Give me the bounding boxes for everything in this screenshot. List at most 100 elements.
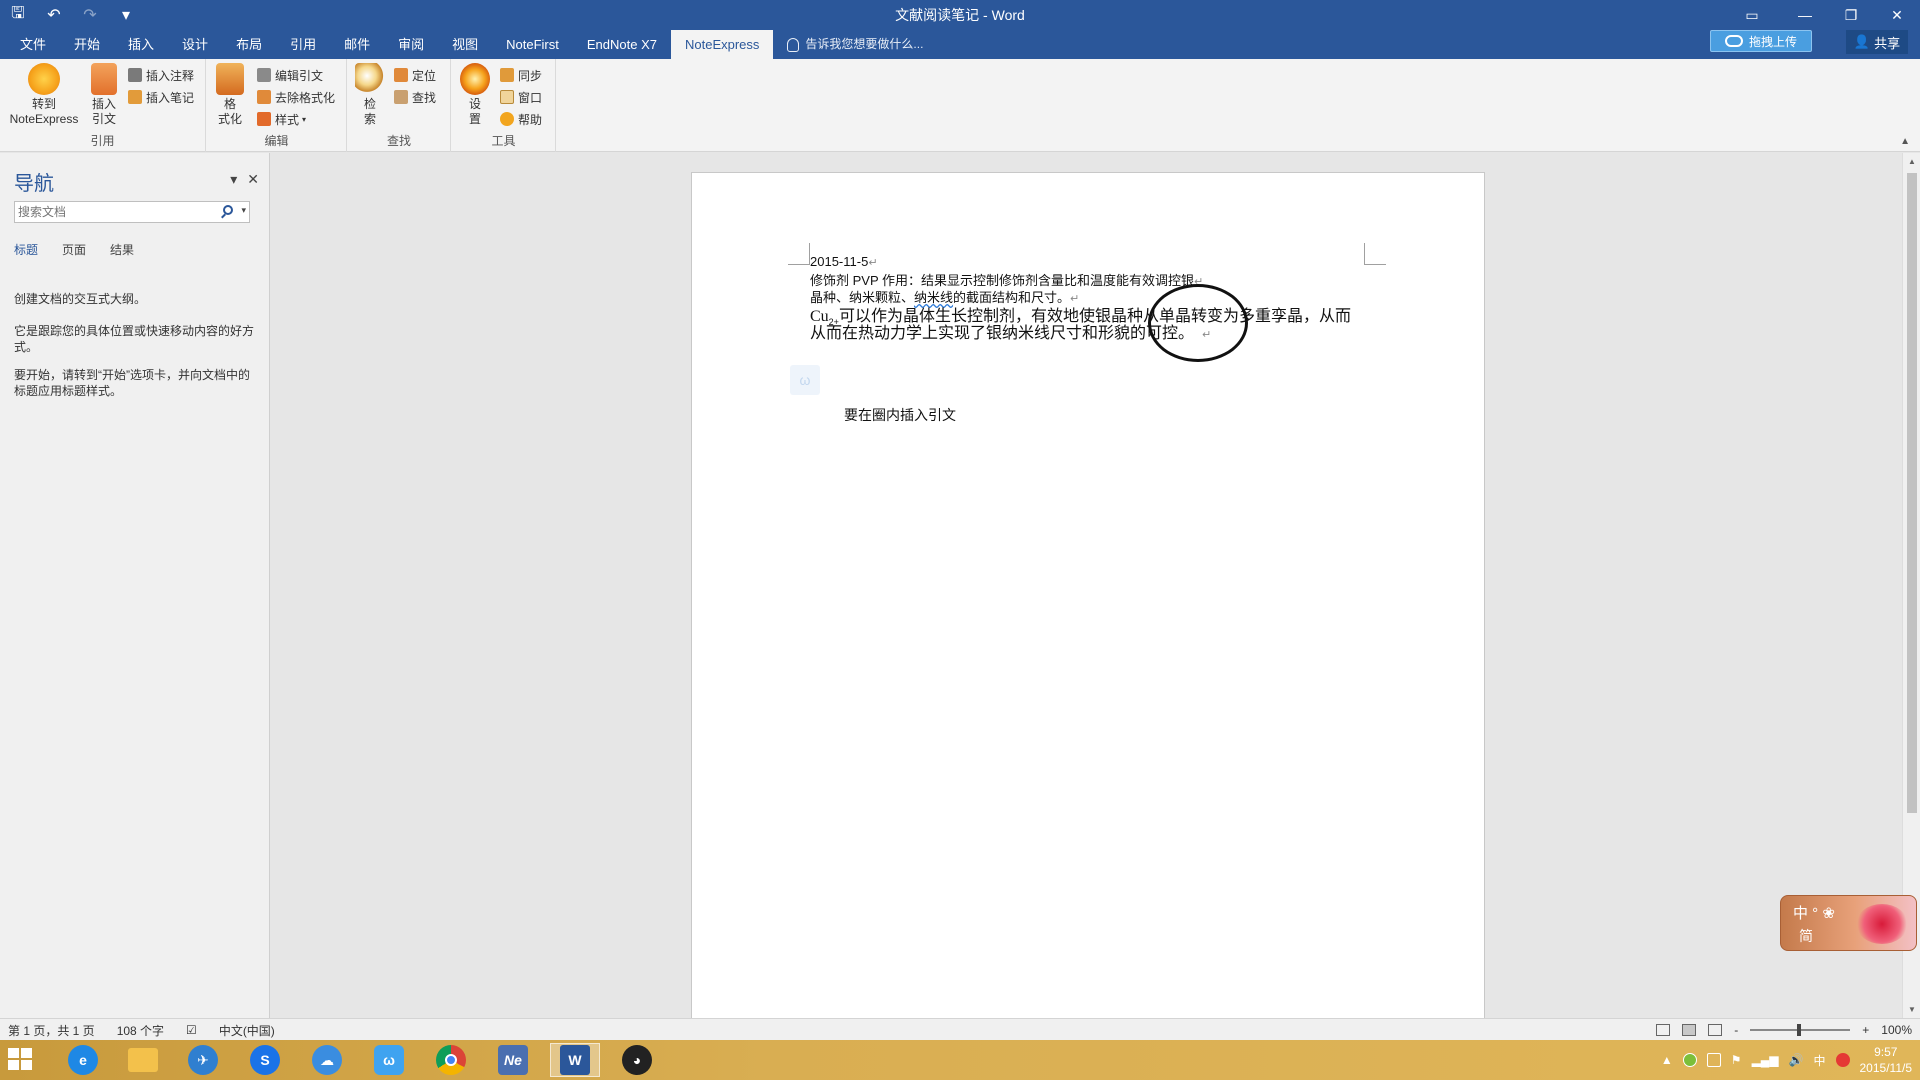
tab-noteexpress[interactable]: NoteExpress	[670, 30, 774, 59]
ime-simplified-text: 简	[1799, 928, 1813, 944]
file-explorer-icon[interactable]	[118, 1043, 168, 1077]
collapse-ribbon-icon[interactable]: ▲	[1900, 136, 1910, 147]
read-mode-icon[interactable]	[1656, 1024, 1671, 1036]
vertical-scrollbar[interactable]: ▲ ▼	[1902, 153, 1920, 1018]
person-icon: 👤	[1853, 34, 1871, 49]
document-page[interactable]: 2015-11-5↵ 修饰剂 PVP 作用：结果显示控制修饰剂含量比和温度能有效…	[691, 172, 1485, 1018]
close-icon[interactable]: ✕	[1874, 0, 1920, 30]
search-icon[interactable]	[223, 205, 233, 215]
zoom-slider-knob[interactable]	[1797, 1024, 1802, 1036]
tab-insert[interactable]: 插入	[114, 30, 168, 59]
nav-close-icon[interactable]: ✕	[247, 171, 259, 188]
tab-references[interactable]: 引用	[276, 30, 330, 59]
insert-citation-label: 插入 引文	[91, 97, 116, 126]
tab-mailings[interactable]: 邮件	[330, 30, 384, 59]
window-button[interactable]: 窗口	[500, 87, 542, 107]
zoom-out-icon[interactable]: -	[1734, 1023, 1738, 1037]
zoom-in-icon[interactable]: +	[1862, 1023, 1869, 1037]
scroll-up-icon[interactable]: ▲	[1903, 153, 1920, 170]
drag-upload-button[interactable]: 拖拽上传	[1710, 30, 1812, 52]
sogou-icon[interactable]: S	[240, 1043, 290, 1077]
edit-citation-icon	[257, 68, 271, 82]
tray-expand-icon[interactable]: ▲	[1661, 1053, 1673, 1067]
tab-endnote[interactable]: EndNote X7	[573, 30, 671, 59]
tab-review[interactable]: 审阅	[384, 30, 438, 59]
print-layout-icon[interactable]	[1682, 1024, 1697, 1036]
settings-button[interactable]: 设 置	[458, 63, 492, 127]
find-label: 查找	[412, 90, 437, 105]
nav-options-icon[interactable]: ▾	[230, 171, 237, 188]
status-word-count[interactable]: 108 个字	[117, 1022, 164, 1039]
tab-view[interactable]: 视图	[438, 30, 492, 59]
tab-layout[interactable]: 布局	[222, 30, 276, 59]
help-icon	[500, 112, 514, 126]
doc-line-date[interactable]: 2015-11-5↵	[810, 254, 878, 269]
status-language[interactable]: 中文(中国)	[219, 1022, 275, 1039]
volume-icon[interactable]: 🔊	[1789, 1053, 1804, 1067]
proofing-icon[interactable]: ☑	[186, 1023, 197, 1037]
edit-citation-button[interactable]: 编辑引文	[257, 65, 323, 85]
locate-button[interactable]: 定位	[394, 65, 436, 85]
zoom-slider[interactable]	[1750, 1024, 1851, 1036]
tray-windows-icon[interactable]	[1706, 1053, 1721, 1067]
floating-layout-options-icon[interactable]: ω	[790, 365, 820, 395]
group-cite: 转到 NoteExpress 插入 引文 插入注释 插入笔记 引用	[0, 59, 206, 152]
nav-search-input[interactable]	[15, 202, 215, 222]
ribbon-display-icon[interactable]: ▭	[1722, 0, 1782, 30]
nav-tab-headings[interactable]: 标题	[14, 241, 38, 258]
nav-tab-results[interactable]: 结果	[110, 241, 134, 258]
nav-tab-pages[interactable]: 页面	[62, 241, 86, 258]
insert-citation-button[interactable]: 插入 引文	[84, 63, 124, 127]
tab-notefirst[interactable]: NoteFirst	[492, 30, 573, 59]
sogou-tray-icon[interactable]	[1835, 1053, 1850, 1067]
tab-file[interactable]: 文件	[6, 30, 60, 59]
restore-icon[interactable]: ❐	[1828, 0, 1874, 30]
status-bar: 第 1 页，共 1 页 108 个字 ☑ 中文(中国) - + 100%	[0, 1018, 1920, 1040]
remove-format-button[interactable]: 去除格式化	[257, 87, 335, 107]
internet-explorer-icon[interactable]: e	[58, 1043, 108, 1077]
group-tools-label: 工具	[491, 134, 516, 148]
web-layout-icon[interactable]	[1708, 1024, 1723, 1036]
help-button[interactable]: 帮助	[500, 109, 542, 129]
sync-button[interactable]: 同步	[500, 65, 542, 85]
network-icon[interactable]: ▂▄▆	[1752, 1053, 1779, 1067]
baidu-cloud-icon[interactable]: ☁	[302, 1043, 352, 1077]
status-page-count[interactable]: 第 1 页，共 1 页	[8, 1022, 95, 1039]
comment-pen-icon	[128, 68, 142, 82]
qq-icon[interactable]: ◕	[612, 1043, 662, 1077]
search-button[interactable]: 检 索	[354, 63, 386, 127]
tray-flag-icon[interactable]: ⚑	[1731, 1053, 1742, 1067]
insert-note-button[interactable]: 插入笔记	[128, 87, 194, 107]
nav-tabs: 标题 页面 结果	[14, 241, 134, 258]
bird-app-icon[interactable]: ✈	[178, 1043, 228, 1077]
ime-status-widget[interactable]: 中 ° ❀ 简	[1780, 895, 1917, 951]
tab-home[interactable]: 开始	[60, 30, 114, 59]
word-icon[interactable]: W	[550, 1043, 600, 1077]
scroll-thumb[interactable]	[1907, 173, 1917, 813]
group-edit: 格 式化 编辑引文 去除格式化 样式 ▾ 编辑	[207, 59, 347, 152]
goto-noteexpress-button[interactable]: 转到 NoteExpress	[4, 63, 84, 127]
rose-skin-icon	[1856, 904, 1908, 944]
noteexpress-icon[interactable]: Ne	[488, 1043, 538, 1077]
windows-start-icon[interactable]	[8, 1048, 34, 1072]
tab-design[interactable]: 设计	[168, 30, 222, 59]
share-button[interactable]: 👤 共享	[1846, 30, 1908, 54]
tray-ime-indicator[interactable]: 中	[1813, 1052, 1825, 1069]
scroll-down-icon[interactable]: ▼	[1903, 1001, 1920, 1018]
tell-me-box[interactable]: 告诉我您想要做什么...	[773, 30, 923, 59]
circle-annotation	[1148, 284, 1248, 362]
find-button[interactable]: 查找	[394, 87, 436, 107]
zoom-level[interactable]: 100%	[1881, 1023, 1912, 1037]
crop-mark-top-right	[1364, 243, 1386, 265]
baidu-app-icon[interactable]: ω	[364, 1043, 414, 1077]
remove-format-label: 去除格式化	[275, 90, 336, 105]
minimize-icon[interactable]: —	[1782, 0, 1828, 30]
format-button[interactable]: 格 式化	[213, 63, 247, 127]
search-dropdown-icon[interactable]: ▾	[241, 205, 246, 216]
style-dropdown[interactable]: 样式 ▾	[257, 109, 306, 129]
annotation-note-text[interactable]: 要在圈内插入引文	[844, 405, 956, 425]
insert-comment-button[interactable]: 插入注释	[128, 65, 194, 85]
system-clock[interactable]: 9:57 2015/11/5	[1860, 1044, 1913, 1076]
tray-app-icon[interactable]	[1682, 1053, 1697, 1067]
chrome-icon[interactable]	[426, 1043, 476, 1077]
